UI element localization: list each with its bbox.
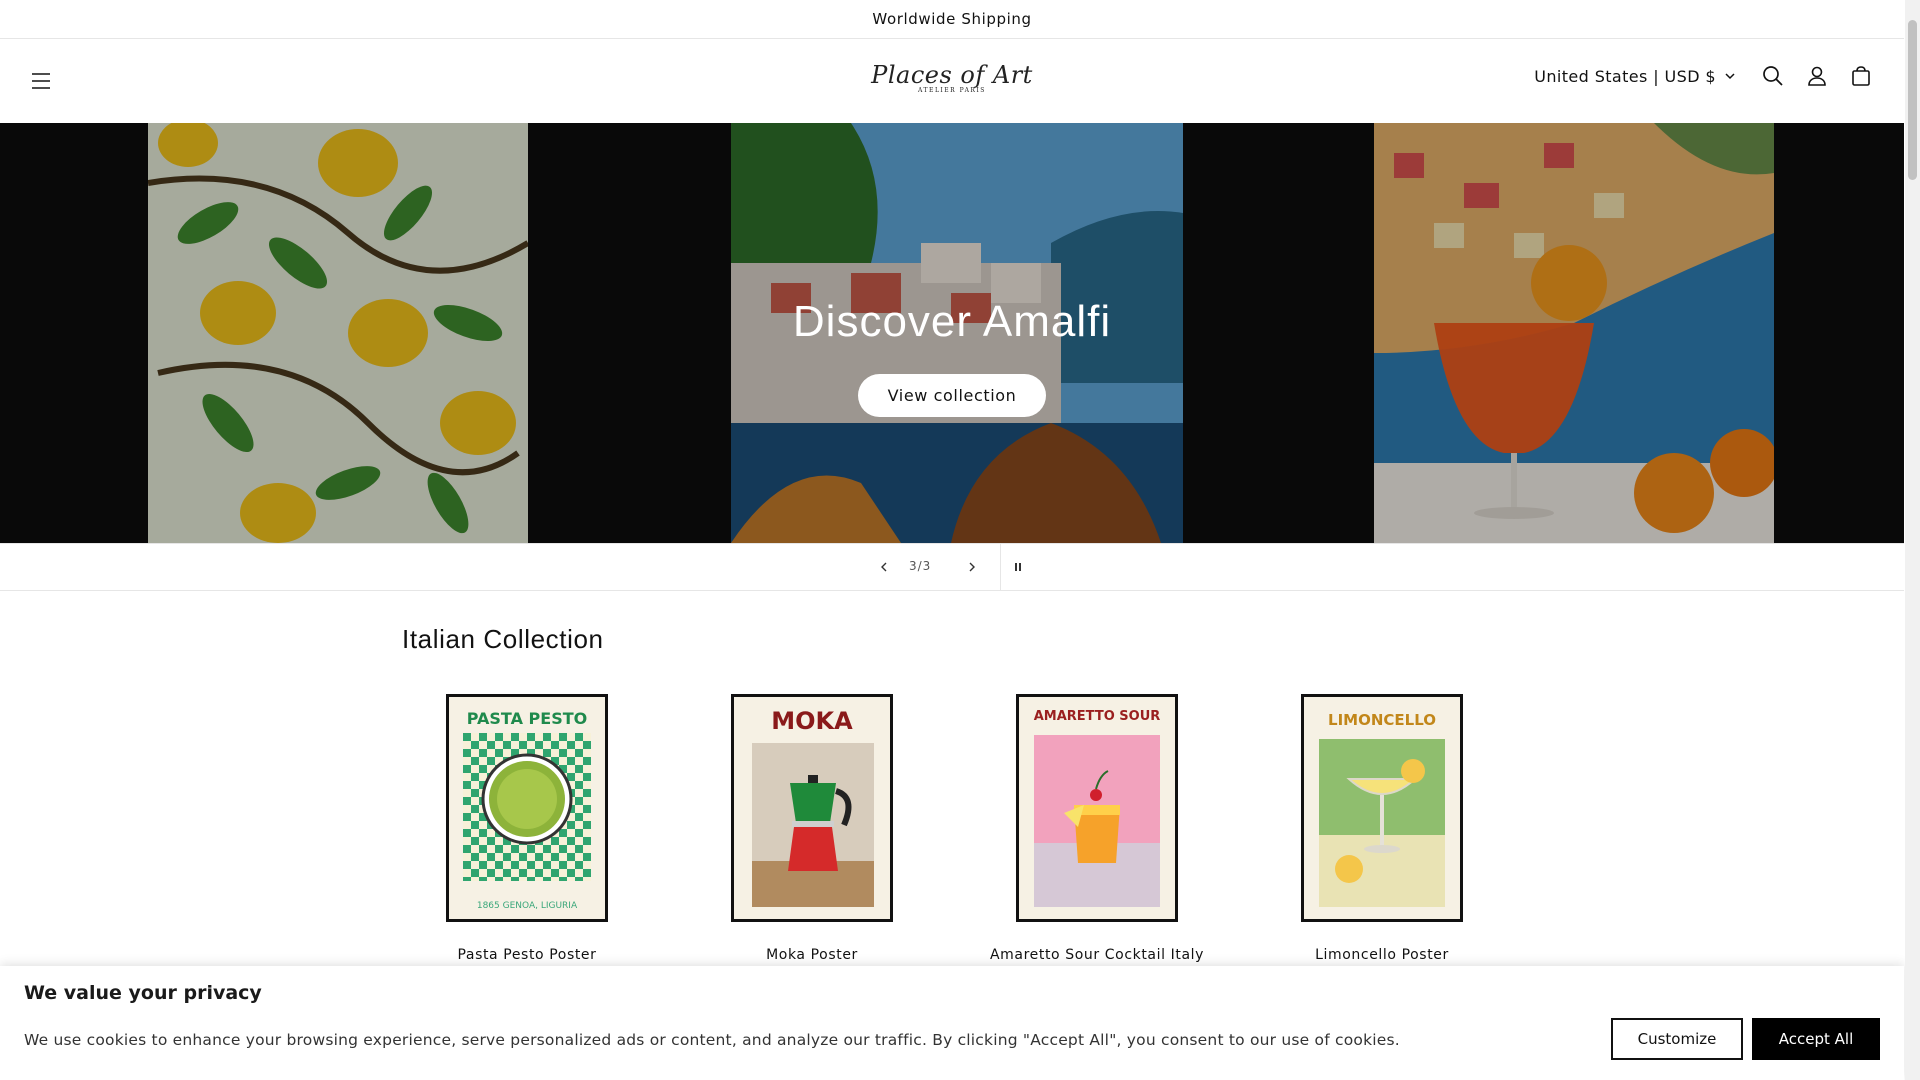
cart-icon[interactable] bbox=[1848, 63, 1874, 89]
locale-label: United States | USD $ bbox=[1534, 66, 1716, 86]
poster-heading: LIMONCELLO bbox=[1328, 711, 1436, 729]
product-image[interactable]: PASTA PESTO 1865 GENOA, LIGURIA bbox=[446, 694, 608, 922]
locale-selector[interactable]: United States | USD $ bbox=[1534, 67, 1736, 86]
chevron-left-icon[interactable] bbox=[870, 544, 898, 590]
view-collection-button[interactable]: View collection bbox=[857, 374, 1047, 417]
product-image[interactable]: MOKA bbox=[731, 694, 893, 922]
product-image[interactable]: LIMONCELLO bbox=[1301, 694, 1463, 922]
page-scrollbar[interactable] bbox=[1905, 0, 1920, 1080]
poster-caption: 1865 GENOA, LIGURIA bbox=[476, 901, 578, 911]
product-title[interactable]: Limoncello Poster bbox=[1257, 947, 1507, 963]
collection-title: Italian Collection bbox=[402, 624, 604, 654]
cookie-title: We value your privacy bbox=[24, 982, 262, 1004]
product-title[interactable]: Amaretto Sour Cocktail Italy bbox=[972, 947, 1222, 963]
slide-counter: 3/3 bbox=[909, 559, 932, 573]
announcement-bar: Worldwide Shipping bbox=[0, 0, 1904, 39]
announcement-text: Worldwide Shipping bbox=[872, 10, 1032, 28]
site-header: Places of Art ATELIER PARIS United State… bbox=[0, 39, 1904, 123]
product-title[interactable]: Pasta Pesto Poster bbox=[402, 947, 652, 963]
accept-all-button[interactable]: Accept All bbox=[1752, 1018, 1880, 1060]
product-title[interactable]: Moka Poster bbox=[687, 947, 937, 963]
slideshow-controls: 3/3 bbox=[0, 543, 1904, 591]
poster-heading: AMARETTO SOUR bbox=[1033, 709, 1161, 724]
product-card[interactable]: LIMONCELLO Limoncello Poster bbox=[1257, 694, 1507, 963]
search-icon[interactable] bbox=[1760, 63, 1786, 89]
account-icon[interactable] bbox=[1804, 63, 1830, 89]
pause-icon[interactable] bbox=[1000, 544, 1035, 590]
customize-button[interactable]: Customize bbox=[1611, 1018, 1743, 1060]
poster-heading: PASTA PESTO bbox=[466, 709, 588, 728]
poster-heading: MOKA bbox=[771, 707, 853, 735]
hamburger-menu-icon[interactable] bbox=[28, 69, 56, 93]
product-image[interactable]: AMARETTO SOUR bbox=[1016, 694, 1178, 922]
logo-text: Places of Art bbox=[871, 61, 1033, 89]
cookie-text: We use cookies to enhance your browsing … bbox=[24, 1031, 1400, 1049]
chevron-right-icon[interactable] bbox=[958, 544, 986, 590]
product-card[interactable]: AMARETTO SOUR Amaretto Sour Cocktail Ita… bbox=[972, 694, 1222, 963]
hero-title: Discover Amalfi bbox=[792, 297, 1112, 346]
hero-slideshow: Discover Amalfi View collection bbox=[0, 123, 1904, 543]
product-card[interactable]: MOKA Moka Poster bbox=[687, 694, 937, 963]
product-grid: PASTA PESTO 1865 GENOA, LIGURIA Pasta Pe… bbox=[402, 694, 1518, 974]
site-logo[interactable]: Places of Art ATELIER PARIS bbox=[871, 61, 1033, 94]
scrollbar-thumb[interactable] bbox=[1908, 20, 1917, 180]
chevron-down-icon bbox=[1724, 67, 1736, 86]
product-card[interactable]: PASTA PESTO 1865 GENOA, LIGURIA Pasta Pe… bbox=[402, 694, 652, 963]
